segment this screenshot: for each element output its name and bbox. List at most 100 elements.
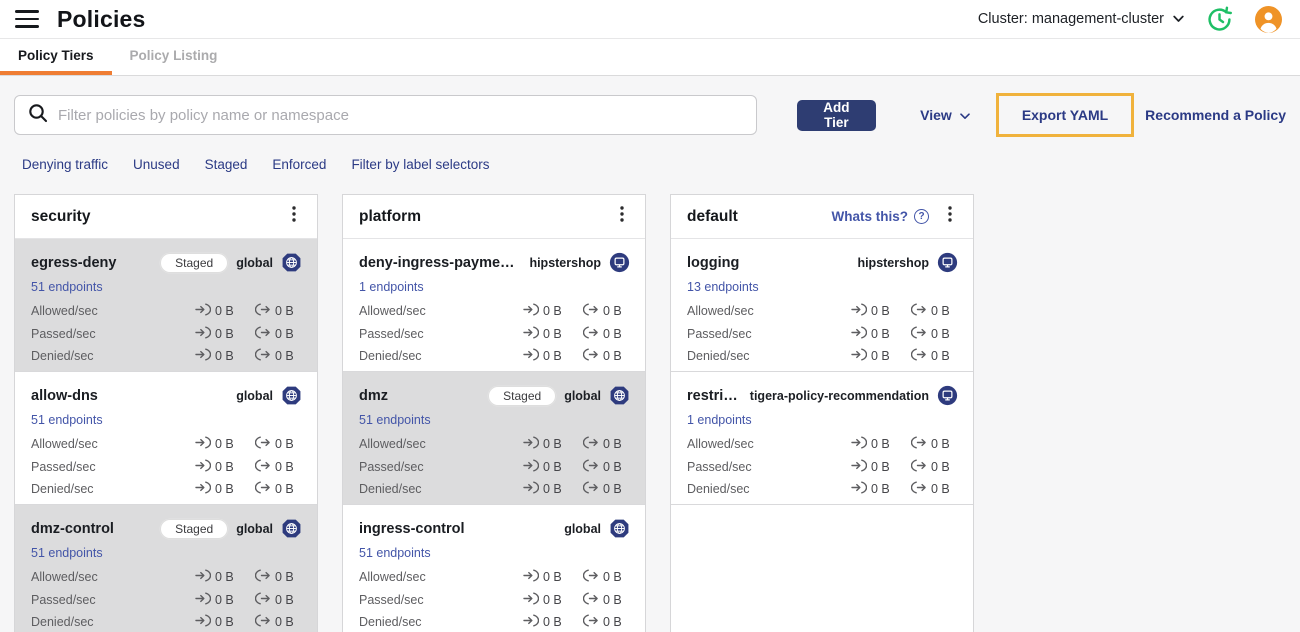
whats-this-link[interactable]: Whats this?? <box>831 209 929 224</box>
history-icon[interactable] <box>1206 6 1233 33</box>
metric-label: Denied/sec <box>359 349 422 364</box>
user-avatar[interactable] <box>1255 5 1282 33</box>
inbound-traffic-icon <box>195 303 212 319</box>
metric-label: Passed/sec <box>687 326 752 341</box>
policy-name: ingress-control <box>359 520 465 537</box>
policy-card[interactable]: allow-dns global 51 endpoints Allowed/sec 0 … <box>15 372 317 505</box>
filter-enforced[interactable]: Enforced <box>272 157 326 172</box>
outbound-traffic-icon <box>254 592 271 608</box>
policy-card[interactable]: dmz Staged global 51 endpoints Allowed/sec 0 … <box>343 372 645 505</box>
tier-name: default <box>687 207 738 225</box>
endpoints-link[interactable]: 51 endpoints <box>359 546 431 560</box>
inbound-traffic-icon <box>195 614 212 630</box>
inbound-value: 0 B <box>871 349 890 364</box>
metric-row: Passed/sec 0 B 0 B <box>31 589 302 612</box>
inbound-traffic-icon <box>195 348 212 364</box>
metric-row: Passed/sec 0 B 0 B <box>359 323 630 346</box>
inbound-traffic-icon <box>195 592 212 608</box>
toolbar: Add Tier View Export YAML Recommend a Po… <box>14 93 1286 137</box>
tier-board: security egress-deny Staged global 51 endpoi… <box>0 194 1300 632</box>
inbound-traffic-icon <box>195 459 212 475</box>
outbound-value: 0 B <box>603 570 622 585</box>
staged-badge: Staged <box>160 518 229 539</box>
tier-menu-button[interactable] <box>937 204 963 230</box>
outbound-traffic-icon <box>582 614 599 630</box>
endpoints-link[interactable]: 1 endpoints <box>359 280 424 294</box>
inbound-value: 0 B <box>871 482 890 497</box>
policy-search-box[interactable] <box>14 95 757 135</box>
metric-row: Denied/sec 0 B 0 B <box>359 478 630 501</box>
filter-staged[interactable]: Staged <box>205 157 248 172</box>
metric-row: Passed/sec 0 B 0 B <box>359 589 630 612</box>
outbound-traffic-icon <box>254 459 271 475</box>
outbound-value: 0 B <box>275 304 294 319</box>
inbound-traffic-icon <box>851 326 868 342</box>
inbound-traffic-icon <box>851 348 868 364</box>
recommend-policy-button[interactable]: Recommend a Policy <box>1145 107 1286 123</box>
metric-label: Denied/sec <box>31 349 94 364</box>
policy-card[interactable]: dmz-control Staged global 51 endpoints Allow… <box>15 505 317 632</box>
metric-row: Allowed/sec 0 B 0 B <box>31 566 302 589</box>
inbound-value: 0 B <box>543 437 562 452</box>
endpoints-link[interactable]: 51 endpoints <box>31 280 103 294</box>
outbound-value: 0 B <box>603 437 622 452</box>
filter-unused[interactable]: Unused <box>133 157 180 172</box>
policy-card[interactable]: logging hipstershop 13 endpoints Allowed/se… <box>671 239 973 372</box>
inbound-value: 0 B <box>871 326 890 341</box>
policy-scope-label: hipstershop <box>529 255 601 270</box>
filter-by-label-selectors[interactable]: Filter by label selectors <box>351 157 489 172</box>
view-dropdown[interactable]: View <box>920 107 970 123</box>
policy-scope-label: global <box>564 388 601 403</box>
endpoints-link[interactable]: 1 endpoints <box>687 413 752 427</box>
outbound-traffic-icon <box>582 592 599 608</box>
metric-row: Allowed/sec 0 B 0 B <box>359 433 630 456</box>
tab-policy-tiers[interactable]: Policy Tiers <box>0 39 112 75</box>
globe-icon <box>609 518 630 539</box>
export-yaml-button[interactable]: Export YAML <box>1022 107 1108 123</box>
chevron-down-icon <box>960 107 970 123</box>
tier-header: default Whats this?? <box>671 195 973 239</box>
outbound-value: 0 B <box>275 592 294 607</box>
outbound-traffic-icon <box>254 348 271 364</box>
tier-menu-button[interactable] <box>609 204 635 230</box>
endpoints-link[interactable]: 13 endpoints <box>687 280 759 294</box>
metric-label: Allowed/sec <box>31 570 98 585</box>
inbound-traffic-icon <box>523 614 540 630</box>
view-dropdown-label: View <box>920 107 952 123</box>
outbound-traffic-icon <box>910 326 927 342</box>
page-title: Policies <box>57 5 146 32</box>
inbound-value: 0 B <box>543 482 562 497</box>
cluster-selector-label: Cluster: management-cluster <box>977 11 1164 27</box>
inbound-traffic-icon <box>851 303 868 319</box>
policy-card[interactable]: ingress-control global 51 endpoints Allowed… <box>343 505 645 632</box>
metric-row: Denied/sec 0 B 0 B <box>31 611 302 632</box>
tab-policy-listing[interactable]: Policy Listing <box>112 39 236 75</box>
cluster-selector[interactable]: Cluster: management-cluster <box>978 11 1184 27</box>
outbound-traffic-icon <box>910 348 927 364</box>
tier-menu-button[interactable] <box>281 204 307 230</box>
endpoints-link[interactable]: 51 endpoints <box>359 413 431 427</box>
whats-this-label: Whats this? <box>831 209 909 224</box>
add-tier-button[interactable]: Add Tier <box>796 99 877 131</box>
outbound-value: 0 B <box>931 437 950 452</box>
inbound-traffic-icon <box>523 303 540 319</box>
outbound-traffic-icon <box>582 303 599 319</box>
question-mark-icon: ? <box>914 209 929 224</box>
filter-denying-traffic[interactable]: Denying traffic <box>22 157 108 172</box>
inbound-traffic-icon <box>523 348 540 364</box>
metric-row: Allowed/sec 0 B 0 B <box>359 300 630 323</box>
policy-card[interactable]: restricted tigera-policy-recommendation 1 … <box>671 372 973 505</box>
endpoints-link[interactable]: 51 endpoints <box>31 413 103 427</box>
hamburger-menu-icon[interactable] <box>15 10 39 28</box>
metric-label: Allowed/sec <box>359 570 426 585</box>
search-input[interactable] <box>58 106 744 124</box>
inbound-value: 0 B <box>215 437 234 452</box>
endpoints-link[interactable]: 51 endpoints <box>31 546 103 560</box>
tier-column-default: default Whats this?? logging hipstershop 13 … <box>670 194 974 632</box>
policy-card[interactable]: deny-ingress-paymentservi… hipstershop 1 e… <box>343 239 645 372</box>
globe-icon <box>281 518 302 539</box>
metric-row: Passed/sec 0 B 0 B <box>31 323 302 346</box>
policy-card[interactable]: egress-deny Staged global 51 endpoints Allow… <box>15 239 317 372</box>
metric-label: Passed/sec <box>31 459 96 474</box>
inbound-value: 0 B <box>215 482 234 497</box>
